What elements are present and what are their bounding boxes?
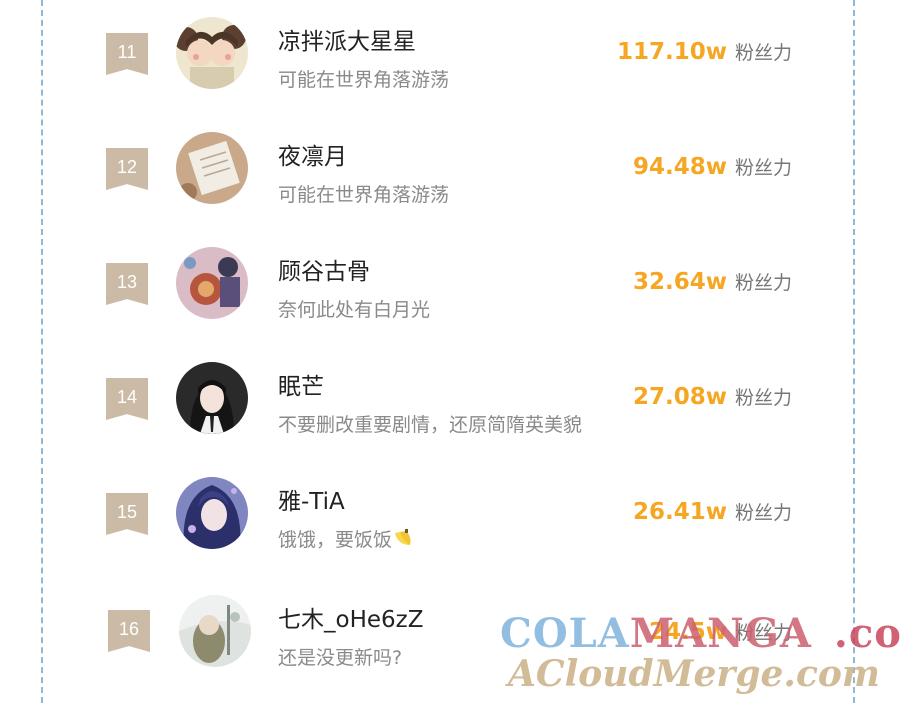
user-signature-text: 饿饿，要饭饭 — [278, 529, 393, 551]
fans-label: 粉丝力 — [734, 387, 792, 409]
ranking-row[interactable]: 14 眠芒 不要删改重要剧情，还原简隋英美貌 27.08w 粉丝力 — [0, 345, 900, 460]
rank-badge: 11 — [106, 33, 148, 75]
avatar[interactable] — [176, 17, 248, 89]
user-signature: 饿饿，要饭饭 — [278, 525, 414, 552]
fans-value: 94.48w — [632, 154, 727, 180]
ranking-row[interactable]: 12 夜凛月 可能在世界角落游荡 94.48w 粉丝力 — [0, 115, 900, 230]
rank-badge: 15 — [106, 493, 148, 535]
fans-label: 粉丝力 — [734, 157, 792, 179]
banana-emoji-icon — [395, 529, 411, 545]
fans-value: 26.41w — [632, 499, 727, 525]
user-signature: 不要删改重要剧情，还原简隋英美貌 — [278, 414, 583, 436]
avatar[interactable] — [179, 595, 251, 667]
user-name[interactable]: 夜凛月 — [278, 137, 347, 171]
user-signature: 可能在世界角落游荡 — [278, 69, 450, 91]
rank-badge: 16 — [108, 610, 150, 652]
user-name[interactable]: 凉拌派大星星 — [278, 22, 416, 56]
rank-badge: 14 — [106, 378, 148, 420]
user-signature: 可能在世界角落游荡 — [278, 184, 450, 206]
user-signature: 奈何此处有白月光 — [278, 299, 431, 321]
fans-power: 27.08w 粉丝力 — [633, 383, 792, 410]
ranking-row[interactable]: 11 凉拌派大星星 可能在世界角落游荡 117.10w 粉丝力 — [0, 0, 900, 115]
fans-power: 94.48w 粉丝力 — [633, 153, 792, 180]
fans-value: 117.10w — [616, 39, 727, 65]
ranking-row[interactable]: 13 顾谷古骨 奈何此处有白月光 32.64w 粉丝力 — [0, 230, 900, 345]
fans-power: 32.64w 粉丝力 — [633, 268, 792, 295]
user-name[interactable]: 眠芒 — [278, 367, 324, 401]
avatar[interactable] — [176, 132, 248, 204]
fans-value: 27.08w — [632, 384, 727, 410]
avatar[interactable] — [176, 247, 248, 319]
fans-power: 24.5w 粉丝力 — [649, 618, 792, 645]
fans-label: 粉丝力 — [734, 502, 792, 524]
rank-badge: 12 — [106, 148, 148, 190]
user-name[interactable]: 七木_oHe6zZ — [278, 600, 423, 634]
fans-label: 粉丝力 — [734, 272, 792, 294]
fans-label: 粉丝力 — [734, 622, 792, 644]
avatar[interactable] — [176, 362, 248, 434]
fans-value: 32.64w — [632, 269, 727, 295]
user-name[interactable]: 顾谷古骨 — [278, 252, 370, 286]
ranking-row[interactable]: 15 雅-TiA 饿饿，要饭饭 26.41w 粉丝力 — [0, 460, 900, 575]
fans-value: 24.5w — [648, 619, 727, 645]
fans-power: 26.41w 粉丝力 — [633, 498, 792, 525]
user-signature: 还是没更新吗? — [278, 647, 403, 669]
fans-label: 粉丝力 — [734, 42, 792, 64]
user-name[interactable]: 雅-TiA — [278, 482, 345, 516]
avatar[interactable] — [176, 477, 248, 549]
fans-power: 117.10w 粉丝力 — [617, 38, 792, 65]
ranking-row[interactable]: 16 七木_oHe6zZ 还是没更新吗? 24.5w 粉丝力 — [0, 575, 900, 690]
rank-badge: 13 — [106, 263, 148, 305]
